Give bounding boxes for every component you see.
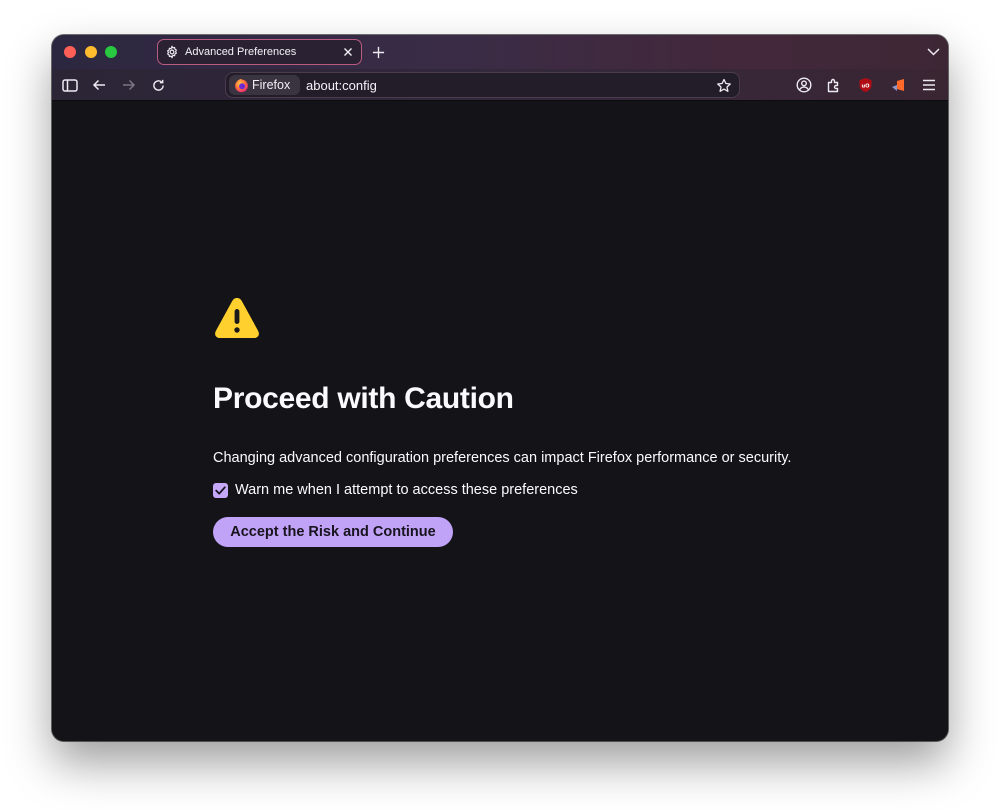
- page-content: Proceed with Caution Changing advanced c…: [52, 102, 948, 741]
- close-icon[interactable]: [341, 45, 355, 59]
- address-bar[interactable]: Firefox about:config: [225, 72, 740, 98]
- star-icon[interactable]: [715, 77, 733, 95]
- reload-icon[interactable]: [148, 76, 168, 94]
- account-icon[interactable]: [794, 76, 814, 94]
- sidebar-icon[interactable]: [60, 76, 80, 94]
- warning-checkbox-label: Warn me when I attempt to access these p…: [235, 482, 578, 498]
- tab-advanced-preferences[interactable]: Advanced Preferences: [157, 39, 362, 65]
- identity-box[interactable]: Firefox: [229, 75, 300, 95]
- plus-icon[interactable]: [369, 43, 387, 61]
- firefox-logo-icon: [234, 78, 249, 93]
- warning-checkbox-row[interactable]: Warn me when I attempt to access these p…: [213, 482, 578, 498]
- window-zoom-button[interactable]: [105, 46, 117, 58]
- page-description: Changing advanced configuration preferen…: [213, 450, 792, 466]
- page-title: Proceed with Caution: [213, 382, 514, 415]
- forward-arrow-icon: [119, 76, 139, 94]
- extensions-icon[interactable]: [824, 76, 844, 94]
- back-arrow-icon[interactable]: [89, 76, 109, 94]
- window-minimize-button[interactable]: [85, 46, 97, 58]
- ublock-origin-icon[interactable]: uO: [855, 76, 875, 94]
- extension-icon[interactable]: [888, 76, 908, 94]
- chevron-down-icon[interactable]: [925, 44, 941, 60]
- identity-label: Firefox: [252, 78, 291, 92]
- svg-text:uO: uO: [861, 83, 870, 89]
- warning-icon: [215, 298, 259, 338]
- browser-window: Advanced Preferences Firefox about:confi…: [52, 35, 948, 741]
- menu-icon[interactable]: [919, 76, 939, 94]
- warning-checkbox[interactable]: [213, 482, 228, 498]
- url-text[interactable]: about:config: [306, 78, 377, 93]
- window-close-button[interactable]: [64, 46, 76, 58]
- checkmark-icon: [215, 485, 226, 494]
- navigation-toolbar: Firefox about:config uO: [52, 69, 948, 101]
- gear-icon: [164, 44, 180, 60]
- accept-risk-button[interactable]: Accept the Risk and Continue: [213, 517, 453, 547]
- tab-strip: Advanced Preferences: [52, 35, 948, 69]
- tab-title: Advanced Preferences: [185, 46, 297, 58]
